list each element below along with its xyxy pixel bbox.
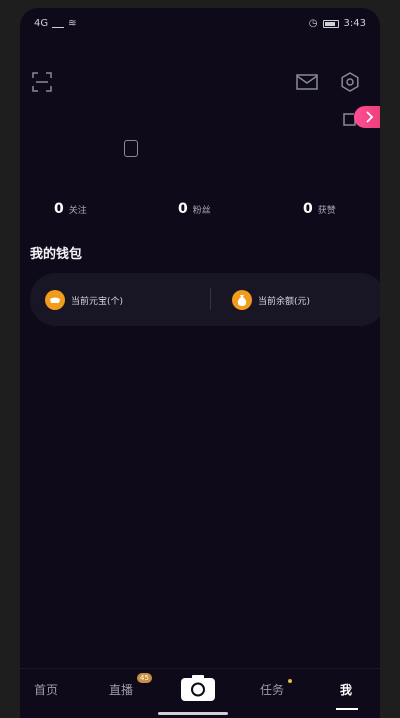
stat-label: 关注 xyxy=(68,206,87,216)
avatar-placeholder[interactable] xyxy=(124,140,138,157)
mail-icon[interactable] xyxy=(296,74,318,90)
wallet-divider xyxy=(210,288,211,310)
stat-fans[interactable]: 0 粉丝 xyxy=(178,201,211,217)
tab-home[interactable]: 首页 xyxy=(34,681,58,698)
tab-live[interactable]: 直播 xyxy=(109,681,133,698)
status-bar: 4G ≋ ◷ 3:43 xyxy=(20,8,380,34)
status-left: 4G ≋ xyxy=(34,18,77,29)
wallet-card: 当前元宝(个) 当前余额(元) xyxy=(30,273,380,326)
wallet-title: 我的钱包 xyxy=(30,247,83,262)
wallet-label: 当前余额(元) xyxy=(258,296,311,307)
stats-row: 0 关注 0 粉丝 0 获赞 xyxy=(20,201,380,221)
stat-likes[interactable]: 0 获赞 xyxy=(303,201,336,217)
chevron-right-icon xyxy=(366,111,374,123)
status-right: ◷ 3:43 xyxy=(309,18,366,29)
camera-icon[interactable] xyxy=(180,674,216,702)
ingot-icon xyxy=(45,290,65,310)
stat-num: 0 xyxy=(303,201,313,217)
status-time: 3:43 xyxy=(343,18,366,29)
bottom-tabbar: 首页 直播 45 任务 我 xyxy=(20,668,380,718)
app-screen: 4G ≋ ◷ 3:43 0 关注 0 粉丝 0 获赞 我的钱包 当前元宝(个) … xyxy=(20,8,380,718)
signal-label: 4G xyxy=(34,18,49,29)
battery-icon xyxy=(322,19,339,28)
tab-me[interactable]: 我 xyxy=(340,681,352,698)
wallet-label: 当前元宝(个) xyxy=(71,296,124,307)
gear-icon[interactable] xyxy=(340,72,360,92)
stat-following[interactable]: 0 关注 xyxy=(54,201,87,217)
tab-tasks[interactable]: 任务 xyxy=(260,681,284,698)
wallet-item-balance[interactable]: 当前余额(元) xyxy=(232,290,310,310)
wallet-item-ingots[interactable]: 当前元宝(个) xyxy=(45,290,123,310)
home-indicator xyxy=(158,712,228,715)
profile-edit-tab[interactable] xyxy=(354,106,380,128)
stat-label: 粉丝 xyxy=(192,206,211,216)
wifi-icon: ≋ xyxy=(68,18,77,29)
stat-label: 获赞 xyxy=(317,206,336,216)
stat-num: 0 xyxy=(178,201,188,217)
live-badge: 45 xyxy=(137,673,152,683)
alarm-icon: ◷ xyxy=(308,18,318,29)
signal-icon xyxy=(52,20,65,28)
stat-num: 0 xyxy=(54,201,64,217)
scan-icon[interactable] xyxy=(32,72,52,92)
active-tab-indicator xyxy=(336,708,358,710)
money-bag-icon xyxy=(232,290,252,310)
tasks-dot xyxy=(288,679,292,683)
